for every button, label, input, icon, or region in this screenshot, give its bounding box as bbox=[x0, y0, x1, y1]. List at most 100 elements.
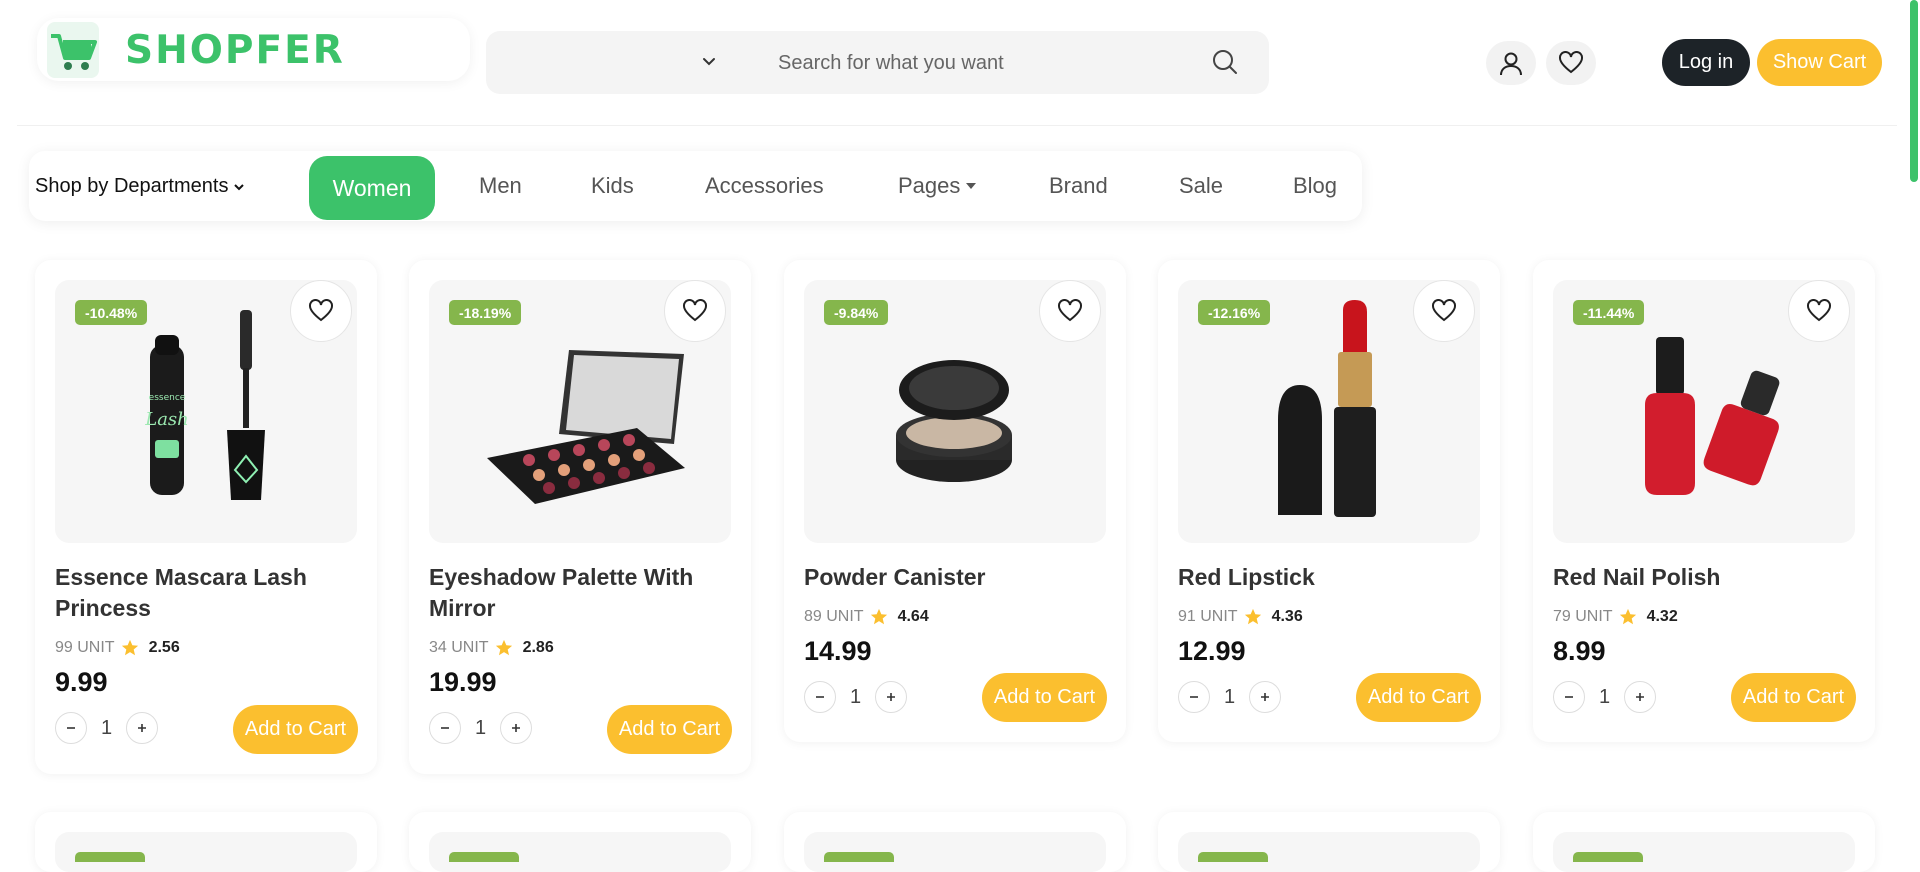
rating-value: 2.56 bbox=[148, 639, 180, 656]
nav-item-kids[interactable]: Kids bbox=[591, 173, 634, 199]
increment-button[interactable] bbox=[126, 712, 159, 744]
product-card: -18.19% Eyeshadow Palette With Mirror 34… bbox=[409, 260, 751, 774]
minus-icon bbox=[1565, 696, 1573, 698]
scrollbar-thumb[interactable] bbox=[1910, 0, 1918, 182]
decrement-button[interactable] bbox=[804, 681, 836, 713]
nav-item-blog[interactable]: Blog bbox=[1293, 173, 1337, 199]
product-title[interactable]: Red Nail Polish bbox=[1553, 562, 1853, 593]
decrement-button[interactable] bbox=[1178, 681, 1210, 713]
increment-button[interactable] bbox=[875, 681, 908, 713]
decrement-button[interactable] bbox=[429, 712, 461, 744]
discount-badge: -10.48% bbox=[75, 300, 148, 325]
chevron-down-icon[interactable] bbox=[698, 51, 720, 73]
wishlist-toggle[interactable] bbox=[1413, 280, 1475, 342]
star-icon bbox=[1619, 608, 1636, 625]
rating-value: 4.36 bbox=[1271, 608, 1303, 625]
nav-item-sale[interactable]: Sale bbox=[1179, 173, 1223, 199]
add-to-cart-button[interactable]: Add to Cart bbox=[1731, 673, 1856, 722]
plus-icon bbox=[512, 724, 521, 732]
wishlist-toggle[interactable] bbox=[290, 280, 352, 342]
show-cart-button[interactable]: Show Cart bbox=[1757, 39, 1882, 86]
decrement-button[interactable] bbox=[55, 712, 87, 744]
add-to-cart-button[interactable]: Add to Cart bbox=[607, 705, 732, 754]
wishlist-toggle[interactable] bbox=[1788, 280, 1850, 342]
plus-icon bbox=[1636, 693, 1645, 701]
main-nav: Shop by Departments Women Men Kids Acces… bbox=[29, 151, 1362, 221]
heart-icon bbox=[1559, 51, 1583, 74]
add-to-cart-button[interactable]: Add to Cart bbox=[1356, 673, 1481, 722]
discount-badge bbox=[75, 852, 145, 862]
svg-text:Lash: Lash bbox=[144, 409, 189, 430]
chevron-down-icon bbox=[234, 183, 245, 190]
discount-badge: -12.16% bbox=[1198, 300, 1271, 325]
star-icon bbox=[495, 639, 512, 656]
minus-icon bbox=[1190, 696, 1198, 698]
logo[interactable]: SHOPFER bbox=[37, 18, 470, 81]
nav-item-accessories[interactable]: Accessories bbox=[705, 173, 824, 199]
caret-down-icon bbox=[966, 183, 977, 189]
svg-text:essence: essence bbox=[149, 393, 186, 403]
minus-icon bbox=[441, 727, 449, 729]
user-icon bbox=[1500, 52, 1522, 76]
nav-item-pages[interactable]: Pages bbox=[898, 173, 977, 199]
plus-icon bbox=[887, 693, 896, 701]
nav-item-men[interactable]: Men bbox=[479, 173, 522, 199]
stock-count: 79 UNIT bbox=[1553, 608, 1613, 625]
stock-count: 34 UNIT bbox=[429, 639, 489, 656]
stock-count: 91 UNIT bbox=[1178, 608, 1238, 625]
heart-icon bbox=[309, 299, 333, 322]
product-meta: 99 UNIT 2.56 bbox=[55, 639, 180, 657]
increment-button[interactable] bbox=[500, 712, 533, 744]
add-to-cart-button[interactable]: Add to Cart bbox=[233, 705, 358, 754]
cart-logo-icon bbox=[47, 22, 99, 78]
product-title[interactable]: Eyeshadow Palette With Mirror bbox=[429, 562, 729, 624]
product-meta: 34 UNIT 2.86 bbox=[429, 639, 554, 657]
rating-value: 4.32 bbox=[1646, 608, 1678, 625]
heart-icon bbox=[1058, 299, 1082, 322]
wishlist-button[interactable] bbox=[1546, 41, 1596, 85]
increment-button[interactable] bbox=[1249, 681, 1282, 713]
nav-item-pages-label: Pages bbox=[898, 173, 961, 198]
discount-badge: -18.19% bbox=[449, 300, 522, 325]
product-meta: 79 UNIT 4.32 bbox=[1553, 608, 1678, 626]
quantity-value: 1 bbox=[1599, 685, 1611, 708]
increment-button[interactable] bbox=[1624, 681, 1657, 713]
quantity-value: 1 bbox=[1224, 685, 1236, 708]
quantity-stepper: 1 bbox=[1553, 681, 1657, 713]
wishlist-toggle[interactable] bbox=[1039, 280, 1101, 342]
wishlist-toggle[interactable] bbox=[664, 280, 726, 342]
heart-icon bbox=[1807, 299, 1831, 322]
product-meta: 91 UNIT 4.36 bbox=[1178, 608, 1303, 626]
product-price: 14.99 bbox=[804, 636, 872, 666]
product-title[interactable]: Powder Canister bbox=[804, 562, 1104, 593]
product-price: 12.99 bbox=[1178, 636, 1246, 666]
product-card bbox=[1158, 812, 1500, 872]
search-input[interactable] bbox=[778, 49, 1198, 77]
star-icon bbox=[1244, 608, 1261, 625]
search-icon[interactable] bbox=[1210, 47, 1240, 77]
header: SHOPFER Log in Show Cart Shop by Departm… bbox=[0, 0, 1920, 260]
product-title[interactable]: Red Lipstick bbox=[1178, 562, 1478, 593]
login-button[interactable]: Log in bbox=[1662, 39, 1750, 86]
product-title[interactable]: Essence Mascara Lash Princess bbox=[55, 562, 355, 624]
rating-value: 4.64 bbox=[897, 608, 929, 625]
decrement-button[interactable] bbox=[1553, 681, 1585, 713]
heart-icon bbox=[683, 299, 707, 322]
departments-dropdown[interactable]: Shop by Departments bbox=[35, 175, 246, 198]
quantity-value: 1 bbox=[850, 685, 862, 708]
nav-item-women[interactable]: Women bbox=[309, 156, 435, 220]
product-card: -9.84% Powder Canister 89 UNIT 4.64 14.9… bbox=[784, 260, 1126, 742]
account-button[interactable] bbox=[1486, 41, 1536, 85]
quantity-stepper: 1 bbox=[429, 712, 533, 744]
nav-item-brand[interactable]: Brand bbox=[1049, 173, 1108, 199]
star-icon bbox=[121, 639, 138, 656]
stock-count: 89 UNIT bbox=[804, 608, 864, 625]
rating-value: 2.86 bbox=[522, 639, 554, 656]
discount-badge bbox=[449, 852, 519, 862]
product-price: 8.99 bbox=[1553, 636, 1606, 666]
search-bar bbox=[486, 31, 1269, 94]
add-to-cart-button[interactable]: Add to Cart bbox=[982, 673, 1107, 722]
discount-badge: -9.84% bbox=[824, 300, 889, 325]
discount-badge bbox=[1198, 852, 1268, 862]
discount-badge bbox=[824, 852, 894, 862]
